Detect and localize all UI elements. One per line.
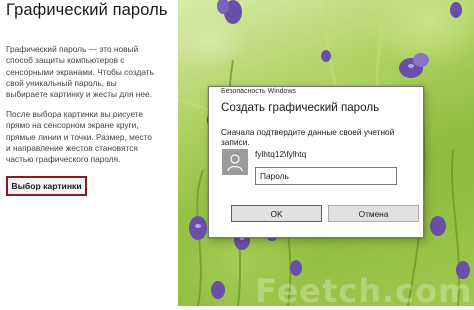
dialog-title: Создать графический пароль bbox=[221, 101, 380, 114]
windows-security-dialog: Безопасность Windows Создать графический… bbox=[208, 86, 424, 238]
cancel-button[interactable]: Отмена bbox=[328, 205, 419, 222]
page-title: Графический пароль bbox=[6, 1, 168, 19]
password-field[interactable] bbox=[255, 167, 397, 185]
account-name: fylhtq12\fylhtq bbox=[255, 149, 307, 159]
description-line: способ защиты компьютеров с bbox=[6, 55, 125, 66]
description-line: частью графического пароля. bbox=[6, 154, 121, 165]
description-line: После выбора картинки вы рисуете bbox=[6, 109, 143, 119]
description-line: прямые линии и точки. Размер, место bbox=[6, 131, 152, 142]
description-line: прямо на сенсорном экране круги, bbox=[6, 120, 139, 131]
description-paragraph-2: После выбора картинки вы рисуете прямо н… bbox=[6, 109, 172, 165]
watermark: Feetch.com bbox=[255, 272, 473, 310]
choose-picture-button[interactable]: Выбор картинки bbox=[6, 176, 87, 196]
description-line: и направление жестов становятся bbox=[6, 142, 138, 153]
settings-panel: Графический пароль Графический пароль — … bbox=[0, 0, 178, 306]
description-line: свой уникальный пароль, вы bbox=[6, 77, 117, 88]
description-line: выбираете картинку и жесты для нее. bbox=[6, 89, 152, 100]
description-line: Графический пароль — это новый bbox=[6, 44, 139, 54]
description-paragraph-1: Графический пароль — это новый способ за… bbox=[6, 44, 172, 100]
ok-button[interactable]: OK bbox=[231, 205, 322, 222]
description-line: сенсорными экранами. Чтобы создать bbox=[6, 66, 154, 77]
dialog-caption: Безопасность Windows bbox=[221, 88, 296, 95]
dialog-prompt: Сначала подтвердите данные своей учетной… bbox=[221, 127, 395, 147]
user-silhouette-icon bbox=[222, 149, 248, 175]
